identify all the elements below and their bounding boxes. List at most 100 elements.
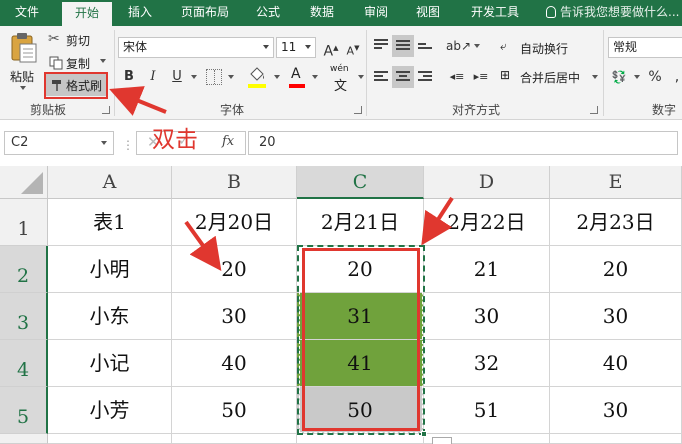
- orientation-button[interactable]: ab↗: [446, 35, 471, 57]
- row-header-3[interactable]: 3: [0, 293, 48, 340]
- cell-c1[interactable]: 2月21日: [297, 199, 424, 246]
- cell-a5[interactable]: 小芳: [48, 387, 172, 434]
- align-top-icon: [374, 39, 388, 51]
- tab-developer[interactable]: 开发工具: [462, 0, 528, 26]
- cell-b1[interactable]: 2月20日: [172, 199, 297, 246]
- borders-button[interactable]: [206, 69, 222, 85]
- orientation-dropdown-icon[interactable]: [474, 44, 480, 48]
- group-divider: [603, 30, 604, 116]
- borders-dropdown-icon[interactable]: [228, 75, 234, 79]
- cell-a6[interactable]: [48, 434, 172, 444]
- align-top-button[interactable]: [370, 35, 392, 57]
- percent-style-button[interactable]: %: [644, 66, 666, 88]
- shrink-font-button[interactable]: A▼: [342, 37, 364, 59]
- tab-file[interactable]: 文件: [4, 0, 50, 26]
- align-center-icon: [396, 71, 410, 83]
- underline-button[interactable]: U: [166, 66, 188, 88]
- fill-color-button[interactable]: [244, 66, 270, 90]
- cell-a4[interactable]: 小记: [48, 340, 172, 387]
- copy-button[interactable]: 复制: [46, 53, 110, 73]
- align-bottom-button[interactable]: [414, 35, 436, 57]
- cell-d2[interactable]: 21: [424, 246, 550, 293]
- column-header-d[interactable]: D: [424, 166, 550, 199]
- row-header-5[interactable]: 5: [0, 387, 48, 434]
- align-bottom-icon: [418, 43, 432, 55]
- row-header-6[interactable]: [0, 434, 48, 444]
- tab-formulas[interactable]: 公式: [248, 0, 288, 26]
- cell-a2[interactable]: 小明: [48, 246, 172, 293]
- cell-d3[interactable]: 30: [424, 293, 550, 340]
- cell-b2[interactable]: 20: [172, 246, 297, 293]
- italic-button[interactable]: I: [142, 66, 164, 88]
- font-color-button[interactable]: A: [286, 66, 308, 90]
- cell-e3[interactable]: 30: [550, 293, 682, 340]
- select-all-button[interactable]: [0, 166, 48, 199]
- tab-home[interactable]: 开始: [62, 2, 112, 26]
- tab-page-layout[interactable]: 页面布局: [172, 0, 238, 26]
- cell-e4[interactable]: 40: [550, 340, 682, 387]
- alignment-launcher-icon[interactable]: [590, 106, 598, 114]
- bold-button[interactable]: B: [118, 66, 140, 88]
- comma-style-button[interactable]: ,: [666, 66, 682, 88]
- paste-options-icon[interactable]: [432, 437, 452, 444]
- insert-function-button[interactable]: fx: [222, 134, 234, 149]
- fill-color-dropdown-icon[interactable]: [274, 75, 280, 79]
- wrap-text-button[interactable]: ⤶ 自动换行: [498, 37, 598, 59]
- clipboard-launcher-icon[interactable]: [102, 106, 110, 114]
- annotation-format-painter-box: [44, 72, 108, 99]
- cell-e5[interactable]: 30: [550, 387, 682, 434]
- group-divider: [114, 30, 115, 116]
- cell-b5[interactable]: 50: [172, 387, 297, 434]
- underline-dropdown-icon[interactable]: [191, 75, 197, 79]
- cell-b3[interactable]: 30: [172, 293, 297, 340]
- accounting-dropdown-icon[interactable]: [634, 75, 640, 79]
- cell-e1[interactable]: 2月23日: [550, 199, 682, 246]
- tab-review[interactable]: 审阅: [356, 0, 396, 26]
- tab-data[interactable]: 数据: [302, 0, 342, 26]
- merge-center-button[interactable]: ⊞ 合并后居中: [498, 66, 602, 88]
- fill-handle[interactable]: [421, 431, 427, 437]
- paste-button[interactable]: 粘贴: [4, 30, 40, 96]
- column-header-c[interactable]: C: [297, 166, 424, 199]
- increase-indent-button[interactable]: ▸≡: [470, 66, 492, 88]
- cell-d4[interactable]: 32: [424, 340, 550, 387]
- accounting-format-button[interactable]: 💱: [608, 66, 630, 88]
- phonetic-dropdown-icon[interactable]: [358, 75, 364, 79]
- number-format-select[interactable]: 常规: [608, 37, 682, 58]
- cell-e6[interactable]: [550, 434, 682, 444]
- column-header-a[interactable]: A: [48, 166, 172, 199]
- row-header-2[interactable]: 2: [0, 246, 48, 293]
- align-middle-button[interactable]: [392, 35, 414, 57]
- font-launcher-icon[interactable]: [354, 106, 362, 114]
- cell-d1[interactable]: 2月22日: [424, 199, 550, 246]
- cell-d5[interactable]: 51: [424, 387, 550, 434]
- font-name-select[interactable]: 宋体: [118, 37, 274, 58]
- decrease-indent-button[interactable]: ◂≡: [446, 66, 468, 88]
- cell-a3[interactable]: 小东: [48, 293, 172, 340]
- name-box[interactable]: C2: [4, 131, 114, 155]
- phonetic-button[interactable]: wén 文: [328, 64, 358, 94]
- align-center-button[interactable]: [392, 66, 414, 88]
- cell-c6[interactable]: [297, 434, 424, 444]
- chevron-down-icon: [305, 45, 311, 49]
- cell-e2[interactable]: 20: [550, 246, 682, 293]
- align-left-button[interactable]: [370, 66, 392, 88]
- row-header-4[interactable]: 4: [0, 340, 48, 387]
- tab-insert[interactable]: 插入: [120, 0, 160, 26]
- tell-me-box[interactable]: 告诉我您想要做什么...: [546, 0, 679, 26]
- splitter-dots-icon[interactable]: ⋮: [122, 138, 134, 152]
- cell-b6[interactable]: [172, 434, 297, 444]
- column-header-b[interactable]: B: [172, 166, 297, 199]
- font-size-select[interactable]: 11: [276, 37, 316, 58]
- formula-input[interactable]: 20: [248, 131, 678, 155]
- font-color-dropdown-icon[interactable]: [312, 75, 318, 79]
- grow-font-button[interactable]: A▲: [320, 37, 342, 60]
- tab-view[interactable]: 视图: [408, 0, 448, 26]
- paste-label: 粘贴: [10, 70, 35, 84]
- row-header-1[interactable]: 1: [0, 199, 48, 246]
- cut-button[interactable]: ✂ 剪切: [46, 30, 106, 50]
- cell-b4[interactable]: 40: [172, 340, 297, 387]
- align-right-button[interactable]: [414, 66, 436, 88]
- cell-a1[interactable]: 表1: [48, 199, 172, 246]
- column-header-e[interactable]: E: [550, 166, 682, 199]
